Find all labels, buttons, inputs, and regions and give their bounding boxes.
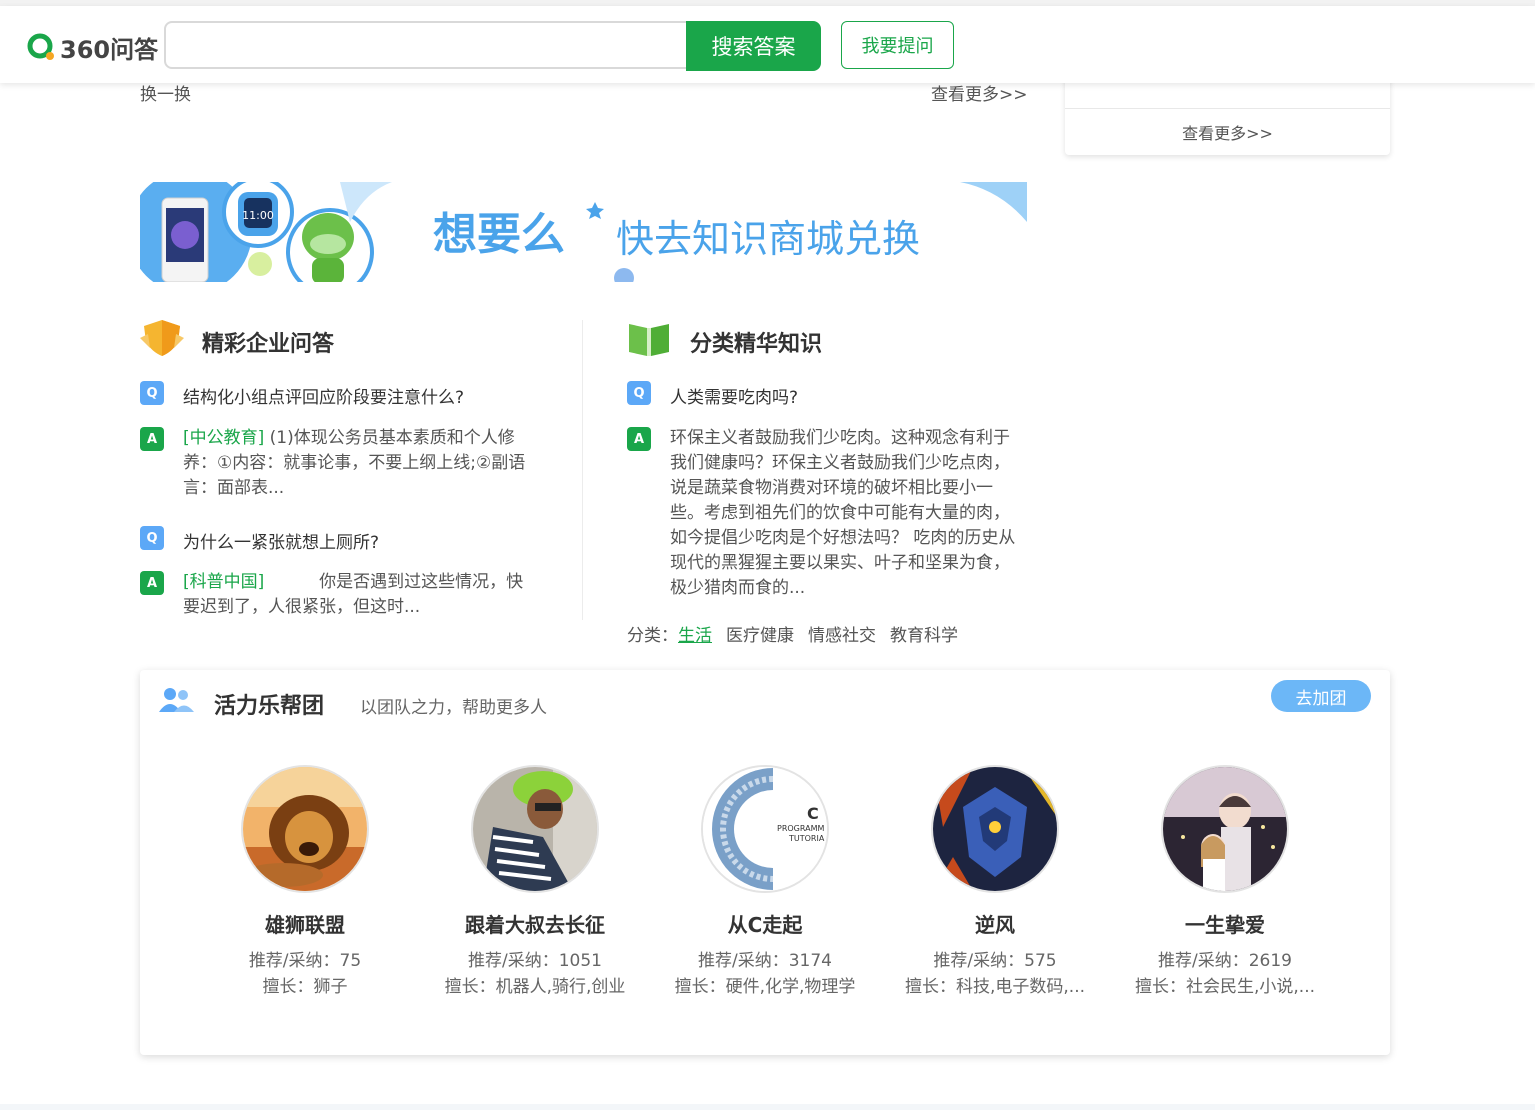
member-stat: 推荐/采纳：75: [248, 951, 362, 971]
enterprise-section-title: 精彩企业问答: [202, 332, 335, 357]
category-answer[interactable]: 环保主义者鼓励我们少吃肉。这种观念有利于 我们健康吗？环保主义者鼓励我们少吃点肉…: [670, 426, 1050, 601]
avatar[interactable]: [241, 765, 369, 893]
answer-icon: A: [140, 571, 164, 595]
shield-icon: [140, 320, 184, 356]
answer-line: 些。考虑到祖先们的饮食中可能有大量的肉，: [670, 503, 1010, 523]
site-logo[interactable]: 360问答: [26, 30, 158, 64]
question-icon: Q: [627, 381, 651, 405]
answer-source: [科普中国]: [183, 572, 265, 592]
card-divider: [1065, 108, 1390, 109]
category-tags: 分类： 生活 医疗健康 情感社交 教育科学: [627, 621, 958, 646]
section-divider: [582, 320, 583, 620]
member-name[interactable]: 雄狮联盟: [190, 909, 420, 938]
answer-line: (1)体现公务员基本素质和个人修: [269, 428, 515, 448]
member-stat: 推荐/采纳：1051: [468, 951, 602, 971]
category-tag-health[interactable]: 医疗健康: [726, 621, 794, 646]
banner-slogan: 想要么: [433, 209, 565, 260]
category-tag-social[interactable]: 情感社交: [808, 621, 876, 646]
member-skill: 擅长：机器人,骑行,创业: [444, 977, 626, 997]
answer-line: 说是蔬菜食物消费对环境的破坏相比要小一: [670, 478, 993, 498]
category-label: 分类：: [627, 626, 678, 646]
member-stat: 推荐/采纳：2619: [1158, 951, 1292, 971]
member-name[interactable]: 从C走起: [650, 909, 880, 938]
enterprise-answer-1[interactable]: [中公教育] (1)体现公务员基本素质和个人修 养：①内容：就事论事，不要上纲上…: [183, 426, 563, 501]
member-name[interactable]: 一生挚爱: [1110, 909, 1340, 938]
answer-line: 如今提倡少吃肉是个好想法吗？ 吃肉的历史从: [670, 528, 1016, 548]
banner-text: 快去知识商城兑换: [616, 217, 920, 261]
avatar[interactable]: [471, 765, 599, 893]
svg-text:11:00: 11:00: [242, 209, 274, 222]
sidebar-view-more-link[interactable]: 查看更多>>: [1065, 120, 1390, 144]
category-question[interactable]: 人类需要吃肉吗?: [670, 383, 798, 408]
view-more-link[interactable]: 查看更多>>: [931, 80, 1028, 105]
team-member[interactable]: 一生挚爱 推荐/采纳：2619 擅长：社会民生,小说,...: [1110, 765, 1340, 1000]
member-name[interactable]: 跟着大叔去长征: [420, 909, 650, 938]
team-subtitle: 以团队之力，帮助更多人: [360, 698, 547, 718]
bottom-strip: [0, 1104, 1535, 1110]
team-member[interactable]: 跟着大叔去长征 推荐/采纳：1051 擅长：机器人,骑行,创业: [420, 765, 650, 1000]
answer-line: 言：面部表...: [183, 478, 285, 498]
site-header: 360问答 搜索答案 我要提问: [0, 6, 1535, 83]
svg-text:TUTORIA: TUTORIA: [788, 834, 825, 843]
enterprise-question-1[interactable]: 结构化小组点评回应阶段要注意什么?: [183, 383, 464, 408]
answer-line: 环保主义者鼓励我们少吃肉。这种观念有利于: [670, 428, 1010, 448]
answer-source: [中公教育]: [183, 428, 265, 448]
avatar[interactable]: [931, 765, 1059, 893]
mall-banner[interactable]: 11:00 想要么 快去知识商城兑换: [140, 182, 1027, 282]
enterprise-question-2[interactable]: 为什么一紧张就想上厕所?: [183, 528, 379, 553]
svg-text:PROGRAMM: PROGRAMM: [777, 824, 824, 833]
book-icon: [629, 324, 669, 356]
category-tag-life[interactable]: 生活: [678, 621, 712, 646]
answer-line: 极少猎肉而食的...: [670, 578, 806, 598]
answer-icon: A: [140, 427, 164, 451]
join-team-button[interactable]: 去加团: [1271, 680, 1371, 712]
banner-illustration: 11:00 想要么 快去知识商城兑换: [140, 182, 1027, 282]
member-stat: 推荐/采纳：3174: [698, 951, 832, 971]
team-card: 活力乐帮团 以团队之力，帮助更多人 去加团 雄狮联盟 推荐/采纳：75 擅长：狮…: [140, 670, 1390, 1055]
team-member[interactable]: C PROGRAMM TUTORIA 从C走起 推荐/采纳：3174 擅长：硬件…: [650, 765, 880, 1000]
member-skill: 擅长：社会民生,小说,...: [1134, 977, 1316, 997]
member-skill: 擅长：狮子: [262, 977, 348, 997]
question-icon: Q: [140, 526, 164, 550]
question-icon: Q: [140, 381, 164, 405]
team-title: 活力乐帮团: [214, 694, 325, 719]
category-tag-education[interactable]: 教育科学: [890, 621, 958, 646]
team-member[interactable]: 雄狮联盟 推荐/采纳：75 擅长：狮子: [190, 765, 420, 1000]
member-stat: 推荐/采纳：575: [933, 951, 1057, 971]
enterprise-answer-2[interactable]: [科普中国] 你是否遇到过这些情况，快 要迟到了，人很紧张，但这时...: [183, 570, 563, 620]
team-member[interactable]: 逆风 推荐/采纳：575 擅长：科技,电子数码,...: [880, 765, 1110, 1000]
answer-icon: A: [627, 427, 651, 451]
avatar[interactable]: [1161, 765, 1289, 893]
category-section-title: 分类精华知识: [690, 332, 823, 357]
answer-line: 养：①内容：就事论事，不要上纲上线;②副语: [183, 453, 526, 473]
search-input[interactable]: [166, 23, 686, 67]
member-skill: 擅长：硬件,化学,物理学: [674, 977, 856, 997]
answer-line: 你是否遇到过这些情况，快: [319, 572, 524, 592]
team-users-icon: [159, 688, 194, 712]
logo-ring-icon: [27, 33, 54, 60]
answer-line: 要迟到了，人很紧张，但这时...: [183, 597, 421, 617]
answer-line: 我们健康吗？环保主义者鼓励我们少吃点肉，: [670, 453, 1010, 473]
svg-text:C: C: [807, 804, 819, 823]
logo-text: 360问答: [60, 35, 159, 64]
search-button[interactable]: 搜索答案: [686, 21, 821, 71]
answer-line: 现代的黑猩猩主要以果实、叶子和坚果为食，: [670, 553, 1010, 573]
member-name[interactable]: 逆风: [880, 909, 1110, 938]
refresh-link[interactable]: 换一换: [140, 80, 191, 105]
member-skill: 擅长：科技,电子数码,...: [904, 977, 1086, 997]
avatar[interactable]: C PROGRAMM TUTORIA: [701, 765, 829, 893]
ask-question-button[interactable]: 我要提问: [841, 21, 954, 69]
